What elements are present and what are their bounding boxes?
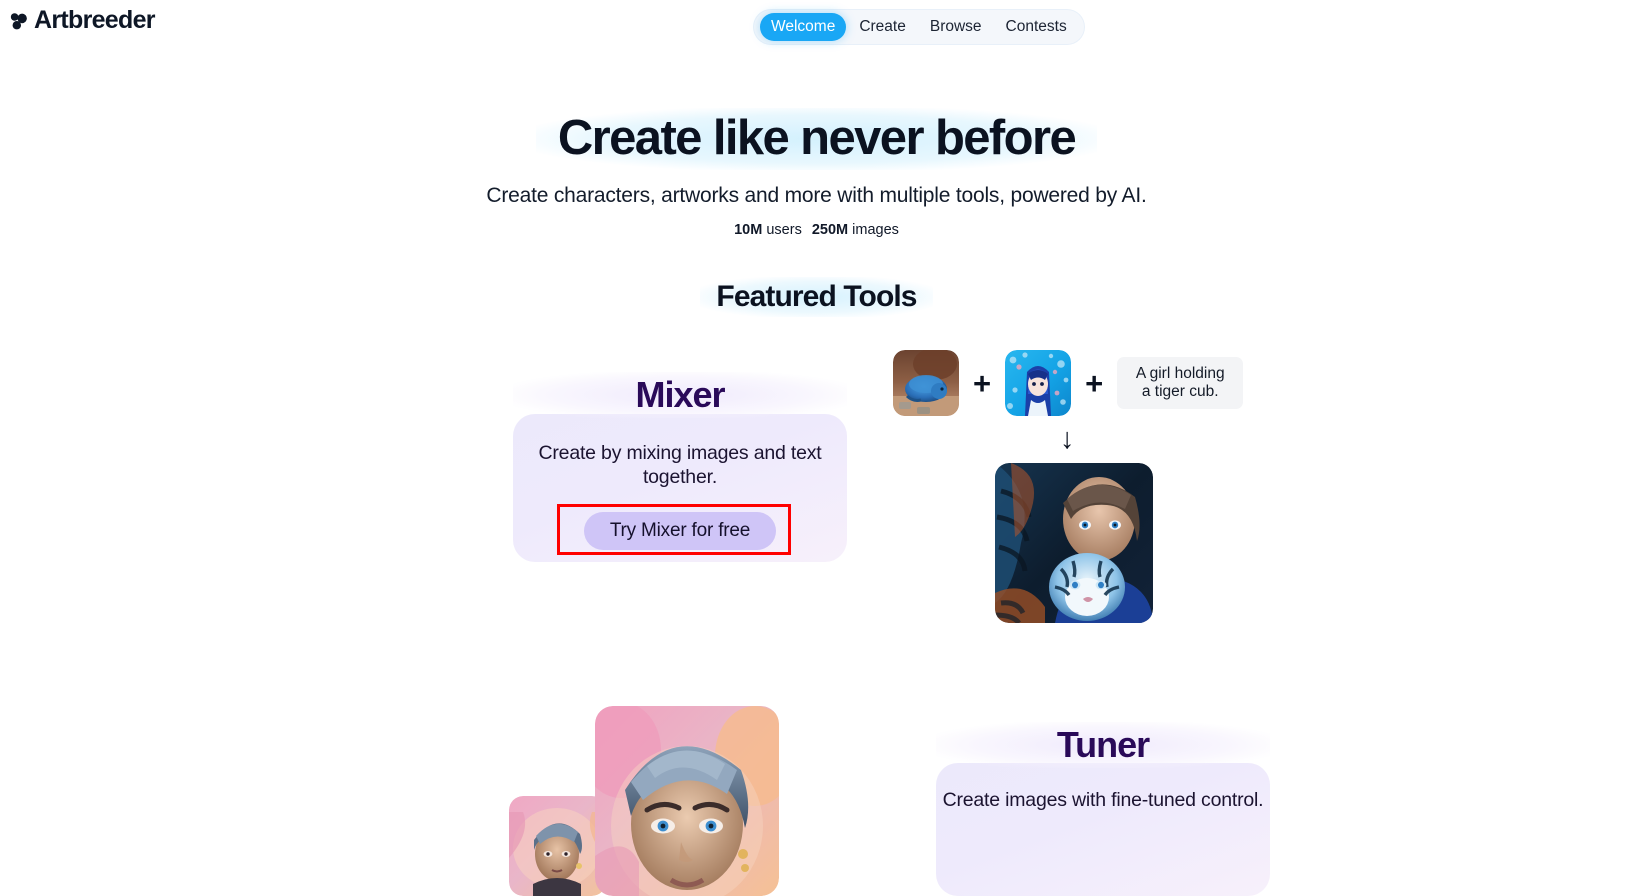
tuner-portrait-large[interactable] xyxy=(595,706,779,896)
mixer-input-thumbnail-1[interactable] xyxy=(893,350,959,416)
plus-icon-1: + xyxy=(973,365,992,401)
tuner-title: Tuner xyxy=(936,722,1270,768)
mixer-title: Mixer xyxy=(513,372,847,418)
stat-images: 250M images xyxy=(812,222,899,238)
mixer-input-thumbnail-2[interactable] xyxy=(1005,350,1072,416)
nav-item-create[interactable]: Create xyxy=(848,13,917,41)
hero-section: Create like never before Create characte… xyxy=(0,108,1633,238)
brand-name: Artbreeder xyxy=(34,6,156,34)
page-title: Create like never before xyxy=(535,108,1098,170)
nav-item-contests[interactable]: Contests xyxy=(995,13,1078,41)
try-mixer-for-free-button[interactable]: Try Mixer for free xyxy=(583,511,777,551)
featured-tools-heading: Featured Tools xyxy=(0,277,1633,317)
artbreeder-welcome-page: Artbreeder Welcome Create Browse Contest… xyxy=(0,0,1633,896)
hero-subtitle: Create characters, artworks and more wit… xyxy=(486,183,1147,207)
nav-item-welcome[interactable]: Welcome xyxy=(760,13,847,41)
nav-item-browse[interactable]: Browse xyxy=(919,13,993,41)
stat-images-label: images xyxy=(852,221,899,238)
hero-stats: 10M users 250M images xyxy=(0,222,1633,238)
site-header: Artbreeder Welcome Create Browse Contest… xyxy=(0,0,1633,56)
featured-tools-label: Featured Tools xyxy=(700,277,933,317)
three-circle-cluster-icon xyxy=(8,10,30,32)
stat-users-label: users xyxy=(766,221,802,238)
tuner-thumbnail-small[interactable] xyxy=(509,796,606,896)
stat-users: 10M users xyxy=(734,222,802,238)
tuner-card: Create images with fine-tuned control. xyxy=(936,763,1270,896)
arrow-down-icon: ↓ xyxy=(1060,423,1075,455)
stat-users-value: 10M xyxy=(734,221,763,238)
mixer-prompt-text[interactable]: A girl holding a tiger cub. xyxy=(1117,356,1244,410)
mixer-demo-inputs: + + A girl holding a tiger cub. xyxy=(893,350,1244,416)
plus-icon-2: + xyxy=(1085,365,1104,401)
brand-logo[interactable]: Artbreeder xyxy=(8,6,156,34)
stat-images-value: 250M xyxy=(811,221,849,238)
primary-nav: Welcome Create Browse Contests xyxy=(754,10,1084,44)
mixer-result-image[interactable] xyxy=(995,463,1153,623)
mixer-card: Create by mixing images and text togethe… xyxy=(513,414,847,562)
tuner-description: Create images with fine-tuned control. xyxy=(942,789,1264,811)
mixer-description: Create by mixing images and text togethe… xyxy=(538,442,822,488)
